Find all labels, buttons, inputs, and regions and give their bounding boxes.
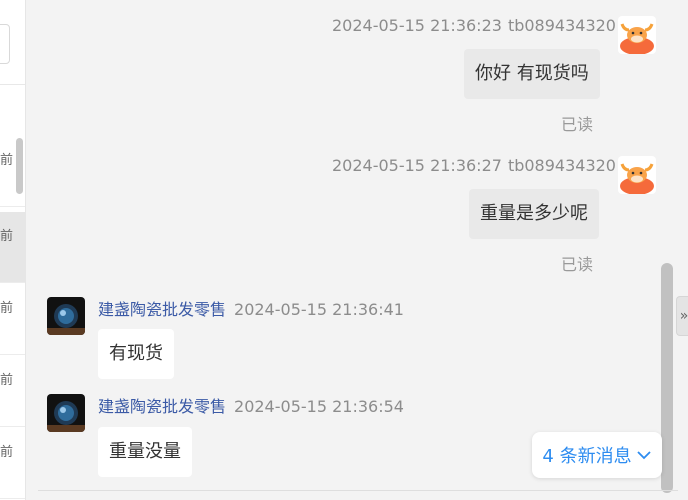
read-status: 已读 — [561, 115, 594, 134]
message-meta: 2024-05-15 21:36:27 tb089434320 — [332, 156, 616, 175]
message-bubble[interactable]: 重量没量 — [98, 427, 192, 477]
divider — [0, 84, 25, 85]
conversation-time: 前 — [0, 445, 14, 460]
chevron-down-icon — [636, 451, 651, 460]
cow-avatar-icon[interactable] — [618, 156, 656, 194]
sender-name[interactable]: 建盏陶瓷批发零售 — [98, 300, 226, 319]
message-meta: 2024-05-15 21:36:23 tb089434320 — [332, 16, 616, 35]
message-nickname: tb089434320 — [507, 16, 616, 35]
message-bubble[interactable]: 重量是多少呢 — [469, 189, 599, 239]
shop-avatar-icon[interactable] — [47, 297, 85, 335]
divider — [38, 490, 678, 491]
conversation-item[interactable]: 前 — [0, 428, 25, 499]
conversation-time: 前 — [0, 373, 14, 388]
conversation-item[interactable]: 前 — [0, 284, 25, 355]
message-timestamp: 2024-05-15 21:36:27 — [332, 156, 502, 175]
message-timestamp: 2024-05-15 21:36:54 — [234, 397, 404, 416]
message-timestamp: 2024-05-15 21:36:23 — [332, 16, 502, 35]
collapse-panel-button[interactable]: » — [676, 296, 688, 336]
conversation-list-scrollbar[interactable] — [16, 138, 23, 194]
sender-name[interactable]: 建盏陶瓷批发零售 — [98, 397, 226, 416]
message-meta: 建盏陶瓷批发零售 2024-05-15 21:36:41 — [98, 296, 404, 320]
conversation-item[interactable]: 前 — [0, 212, 25, 283]
conversation-list: 前 前 前 前 前 — [0, 0, 26, 500]
message-bubble[interactable]: 你好 有现货吗 — [464, 49, 600, 99]
conversation-search-input[interactable] — [0, 24, 10, 64]
message-meta: 建盏陶瓷批发零售 2024-05-15 21:36:54 — [98, 393, 404, 417]
message-timestamp: 2024-05-15 21:36:41 — [234, 300, 404, 319]
message-nickname: tb089434320 — [507, 156, 616, 175]
double-chevron-right-icon: » — [679, 308, 688, 324]
read-status: 已读 — [561, 255, 594, 274]
conversation-item[interactable]: 前 — [0, 356, 25, 427]
chat-scrollbar[interactable] — [661, 263, 673, 493]
new-messages-label: 4 条新消息 — [542, 446, 632, 467]
conversation-time: 前 — [0, 229, 14, 244]
new-messages-button[interactable]: 4 条新消息 — [532, 432, 662, 478]
conversation-time: 前 — [0, 301, 14, 316]
shop-avatar-icon[interactable] — [47, 394, 85, 432]
conversation-time: 前 — [0, 153, 14, 168]
chat-message-area: 2024-05-15 21:36:23 tb089434320 你好 有现货吗 已… — [26, 0, 688, 500]
cow-avatar-icon[interactable] — [618, 16, 656, 54]
message-bubble[interactable]: 有现货 — [98, 329, 174, 379]
